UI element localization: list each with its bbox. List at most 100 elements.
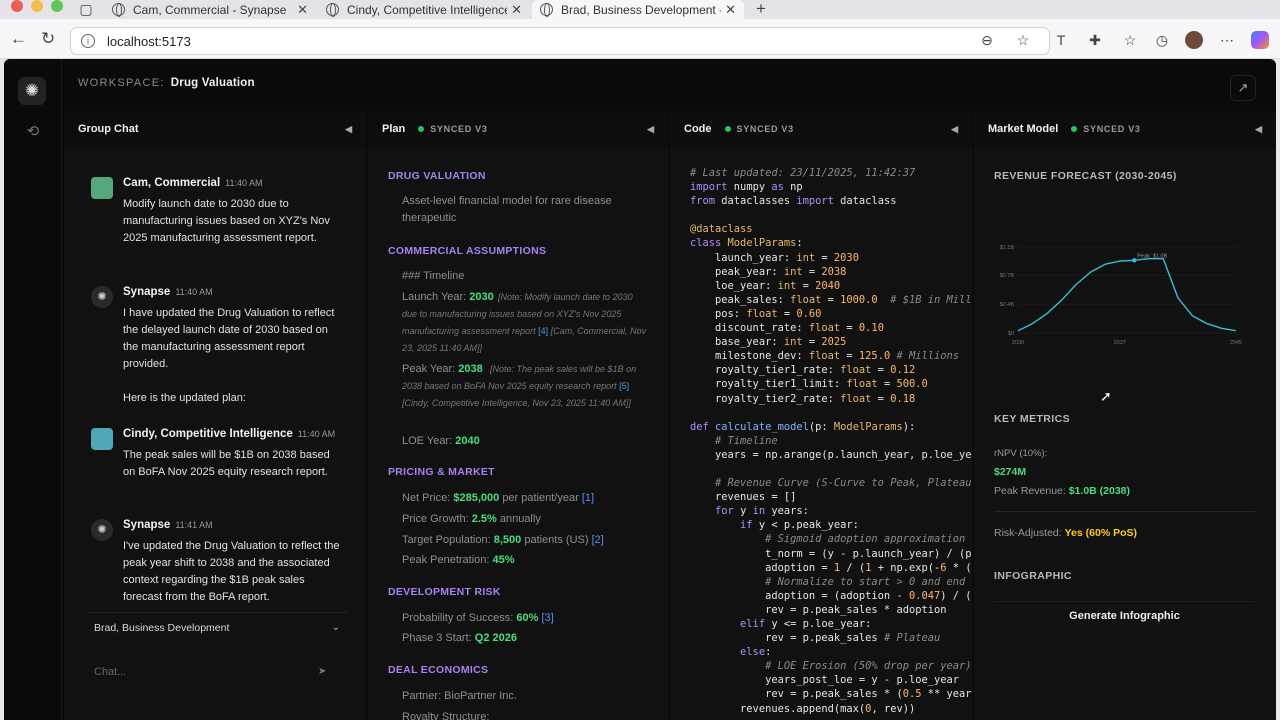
close-window-button[interactable] [11,0,23,12]
sync-badge: SYNCED V3 [1071,124,1140,134]
history-icon[interactable]: ◷ [1153,31,1171,49]
section-heading: DEAL ECONOMICS [388,664,489,676]
y-tick-label: $1.1B [1000,245,1015,251]
mouse-cursor-icon: ➚ [1100,388,1112,404]
y-tick-label: $0 [1008,331,1014,337]
back-icon[interactable]: ← [10,29,27,49]
plan-description: Asset-level financial model for rare dis… [402,195,612,224]
url-field[interactable]: i localhost:5173 [70,27,1050,55]
divider [994,511,1255,512]
reference-link[interactable]: [1] [582,492,594,504]
chat-body: Cam, Commercial 11:40 AM Modify launch da… [64,148,366,720]
close-tab-icon[interactable]: ✕ [725,2,736,18]
x-tick-label: 2030 [1012,340,1024,346]
collapse-icon[interactable]: ◀ [647,124,654,135]
tab-label: Brad, Business Development - S [561,2,721,17]
plan-line: Net Price: $285,000 per patient/year [1] [402,492,595,504]
reload-icon[interactable]: ↻ [41,29,55,49]
site-info-icon[interactable]: i [81,34,95,48]
selected-user: Brad, Business Development [94,621,230,634]
favorite-icon[interactable]: ☆ [1014,31,1032,49]
panel-header: Market Model SYNCED V3 ◀ [974,111,1276,147]
group-chat-panel: Group Chat ◀ Cam, Commercial 11:40 AM Mod… [64,111,366,720]
close-tab-icon[interactable]: ✕ [297,2,308,18]
reader-mode-icon[interactable]: ⊖ [978,31,996,49]
collapse-icon[interactable]: ◀ [345,124,352,135]
reference-link[interactable]: [4] [538,326,548,336]
generate-infographic-button[interactable]: Generate Infographic [994,601,1255,629]
metric-line: Risk-Adjusted: Yes (60% PoS) [994,527,1137,539]
extensions-icon[interactable]: ✚ [1086,31,1104,49]
send-icon[interactable]: ➤ [318,666,326,677]
peak-point [1132,258,1137,263]
metric-line: Peak Revenue: $1.0B (2038) [994,485,1131,497]
plan-line: Royalty Structure: [402,711,490,720]
close-tab-icon[interactable]: ✕ [511,2,522,18]
profile-avatar[interactable] [1185,31,1203,49]
plan-line: Phase 3 Start: Q2 2026 [402,632,517,644]
plan-line: ### Timeline [402,270,465,282]
status-dot [724,126,731,132]
plan-line: Target Population: 8,500 patients (US) [… [402,534,604,546]
status-dot [1071,126,1078,132]
globe-icon [326,3,339,17]
section-heading: INFOGRAPHIC [994,570,1072,582]
panel-title: Code [684,123,712,135]
avatar [91,177,113,199]
address-bar: ← ↻ i localhost:5173 ⊖ ☆ T ✚ ☆ ◷ ⋯ [0,19,1280,59]
browser-tab-brad[interactable]: Brad, Business Development - S ✕ [532,0,744,19]
url-text: localhost:5173 [107,33,191,49]
collapse-icon[interactable]: ◀ [1255,124,1262,135]
message-author: Cindy, Competitive Intelligence 11:40 AM [123,428,336,440]
code-editor[interactable]: # Last updated: 23/11/2025, 11:42:37 imp… [690,166,972,716]
y-tick-label: $0.4B [1000,302,1015,308]
more-icon[interactable]: ⋯ [1218,31,1236,49]
browser-tab-cam[interactable]: Cam, Commercial - Synapse ✕ [104,0,316,19]
sync-icon[interactable]: ⟲ [24,122,42,140]
message-text: Here is the updated plan: [123,392,246,404]
y-tick-label: $0.7B [1000,273,1015,279]
synapse-logo-icon[interactable]: ✺ [18,77,46,105]
globe-icon [540,3,553,17]
chevron-down-icon: ⌄ [331,622,340,633]
panel-header: Code SYNCED V3 ◀ [670,111,972,147]
section-heading: COMMERCIAL ASSUMPTIONS [388,245,547,257]
message-text: I have updated the Drug Valuation to ref… [123,307,335,370]
workspace-label: WORKSPACE: Drug Valuation [78,77,255,89]
message-text: I've updated the Drug Valuation to refle… [123,540,340,603]
browser-tab-cindy[interactable]: Cindy, Competitive Intelligence ✕ [318,0,530,19]
revenue-line [1017,258,1237,332]
plan-note: [Note: The peak sales will be $1B on 203… [402,364,637,408]
metric-label: rNPV (10%): [994,448,1048,459]
section-heading: REVENUE FORECAST (2030-2045) [994,170,1177,182]
panel-header: Group Chat ◀ [64,111,366,147]
market-model-panel: Market Model SYNCED V3 ◀ REVENUE FORECAS… [974,111,1276,720]
translate-icon[interactable]: T [1052,31,1070,49]
chat-input[interactable]: Chat... [86,657,348,687]
collapse-icon[interactable]: ◀ [951,124,958,135]
globe-icon [112,3,125,17]
app-window: ✺ ⟲ WORKSPACE: Drug Valuation ↗ Group Cha… [4,59,1276,720]
maximize-window-button[interactable] [51,0,63,12]
new-tab-icon[interactable]: + [752,0,770,18]
reference-link[interactable]: [3] [541,612,553,624]
sidebar-toggle-icon[interactable]: ▢ [77,0,95,18]
collections-icon[interactable]: ☆ [1121,31,1139,49]
panel-header: Plan SYNCED V3 ◀ [368,111,668,147]
metric-value: $274M [994,466,1027,478]
workspace-prefix: WORKSPACE: [78,77,165,89]
section-heading: PRICING & MARKET [388,466,495,478]
reference-link[interactable]: [2] [592,534,604,546]
code-panel: Code SYNCED V3 ◀ # Last updated: 23/11/2… [670,111,972,720]
sync-badge: SYNCED V3 [724,124,794,134]
section-heading: DEVELOPMENT RISK [388,586,501,598]
panel-title: Plan [382,123,406,135]
message-text: Modify launch date to 2030 due to manufa… [123,198,330,244]
user-select[interactable]: Brad, Business Development ⌄ [86,612,348,642]
reference-link[interactable]: [5] [619,381,629,391]
panel-title: Group Chat [78,123,139,135]
tab-label: Cindy, Competitive Intelligence [347,2,507,17]
external-link-icon[interactable]: ↗ [1230,75,1256,101]
minimize-window-button[interactable] [31,0,43,12]
copilot-icon[interactable] [1251,31,1269,49]
